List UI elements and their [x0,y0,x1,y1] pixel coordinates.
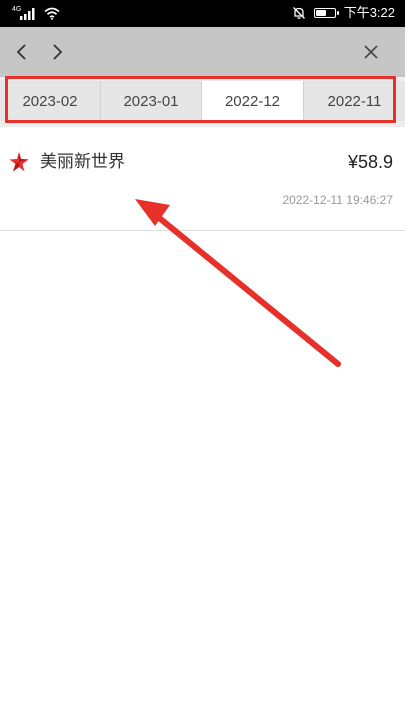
status-time: 下午3:22 [343,5,395,20]
merchant-name: 美丽新世界 [40,152,125,172]
signal-icon [20,8,35,20]
month-tabs: 2023-02 2023-01 2022-12 2022-11 [0,81,405,121]
status-right: 下午3:22 [292,4,395,22]
transaction-time: 2022-12-11 19:46:27 [282,193,393,207]
status-bar: 4G 下午3:22 [0,0,405,27]
status-left: 4G [12,4,60,22]
tab-2023-01[interactable]: 2023-01 [101,81,202,121]
chevron-right-icon [53,44,63,60]
forward-button[interactable] [39,27,75,77]
star-logo-icon [9,152,29,172]
tab-2022-11[interactable]: 2022-11 [304,81,405,121]
transaction-row[interactable]: 美丽新世界 ¥58.9 2022-12-11 19:46:27 [0,127,405,231]
close-icon [364,45,378,59]
tab-2023-02[interactable]: 2023-02 [0,81,101,121]
transaction-amount: ¥58.9 [347,152,393,172]
wifi-icon [44,7,60,20]
screen: 4G 下午3:22 2023-02 2023-01 2022-12 2022-1… [0,0,405,720]
signal-indicator: 4G [12,4,38,22]
bell-muted-icon [292,7,305,19]
close-button[interactable] [353,27,389,77]
top-nav-bar [0,27,405,77]
tab-2022-12[interactable]: 2022-12 [202,81,304,121]
battery-fill [315,10,326,16]
chevron-left-icon [16,44,26,60]
back-button[interactable] [4,27,40,77]
battery-icon [313,8,339,18]
